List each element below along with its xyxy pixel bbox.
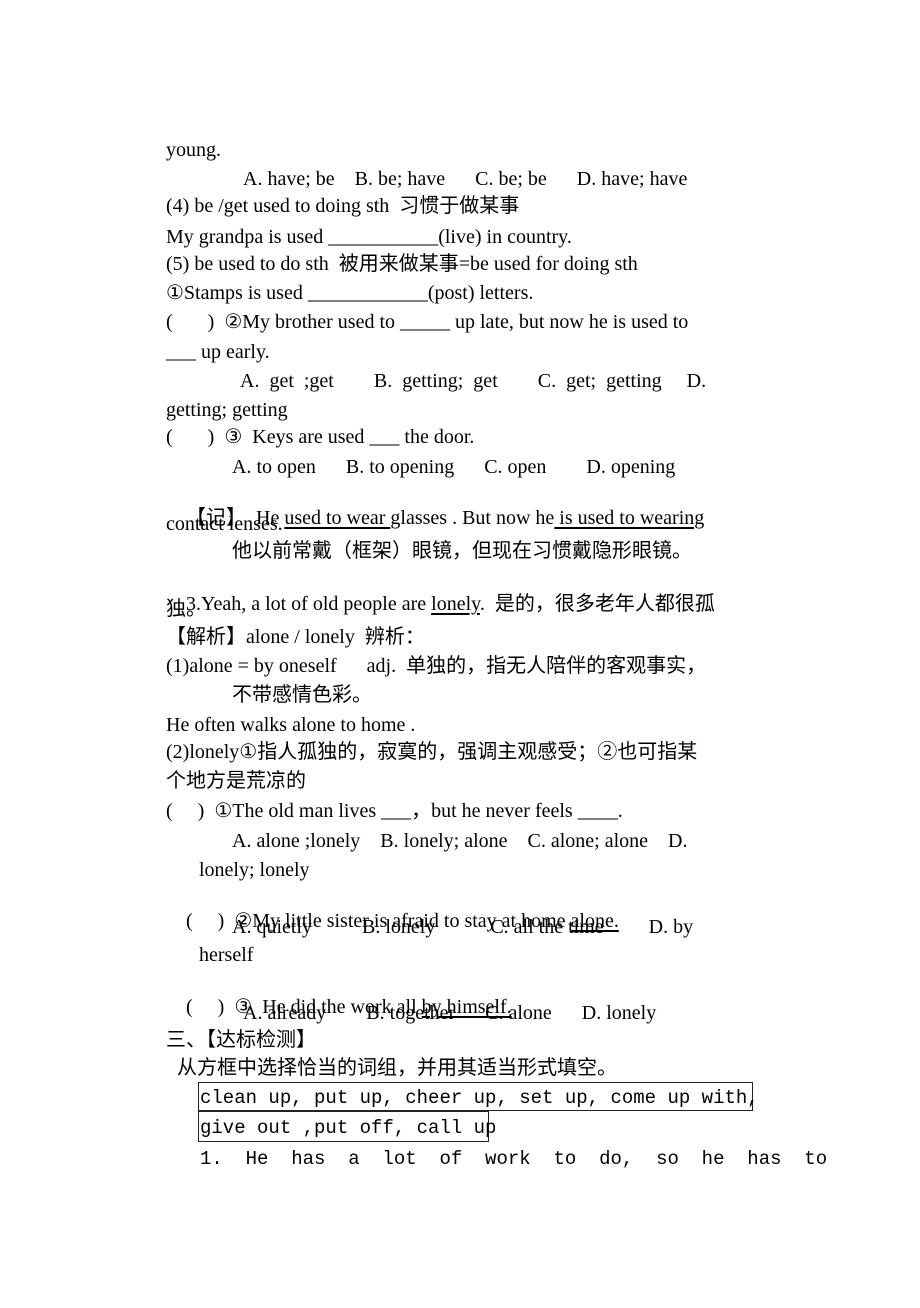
question-stem: ( ) ①The old man lives ___，but he never …: [166, 800, 623, 822]
underlined-phrase: is used to wearing: [554, 507, 705, 529]
answer-options: A. quietly B. lonely C. all the time D. …: [232, 916, 694, 938]
word-bank: give out ,put off, call up: [200, 1117, 497, 1139]
translation: 他以前常戴（框架）眼镜，但现在习惯戴隐形眼镜。: [232, 540, 692, 562]
answer-options: A. to open B. to opening C. open D. open…: [232, 456, 676, 478]
grammar-point-heading: (5) be used to do sth 被用来做某事=be used for…: [166, 253, 638, 275]
answer-options: A. get ;get B. getting; get C. get; gett…: [240, 370, 707, 392]
grammar-point-heading: (4) be /get used to doing sth 习惯于做某事: [166, 195, 520, 217]
vocab-sentence: 独。: [166, 598, 206, 620]
analysis-text: (1)alone = by oneself adj. 单独的，指无人陪伴的客观事…: [166, 655, 707, 677]
underlined-word: lonely: [431, 593, 480, 615]
vocab-text: . 是的，很多老年人都很孤: [479, 593, 715, 615]
note-line: contact lenses.: [166, 513, 283, 535]
analysis-text: 不带感情色彩。: [232, 684, 372, 706]
analysis-text: (2)lonely①指人孤独的，寂寞的，强调主观感受；②也可指某: [166, 741, 698, 763]
text-line: young.: [166, 139, 221, 161]
question-stem: ( ) ②My brother used to _____ up late, b…: [166, 311, 689, 333]
exercise-sentence: My grandpa is used ___________(live) in …: [166, 226, 572, 248]
note-text: glasses . But now he: [390, 507, 555, 529]
section-heading: 三、【达标检测】: [166, 1029, 316, 1051]
analysis-text: 个地方是荒凉的: [166, 770, 306, 792]
example-sentence: He often walks alone to home .: [166, 714, 416, 736]
answer-options: herself: [199, 944, 254, 966]
answer-options: A. already B. together C. alone D. lonel…: [243, 1002, 657, 1024]
answer-options: getting; getting: [166, 399, 288, 421]
underlined-phrase: used to wear: [284, 507, 391, 529]
vocab-text: 3.Yeah, a lot of old people are: [186, 593, 432, 615]
exercise-sentence: ①Stamps is used ____________(post) lette…: [166, 282, 534, 304]
question-stem: ( ) ③ Keys are used ___ the door.: [166, 426, 475, 448]
answer-options: lonely; lonely: [199, 859, 310, 881]
question-stem: ___ up early.: [166, 341, 270, 363]
word-bank: clean up, put up, cheer up, set up, come…: [200, 1087, 759, 1109]
analysis-heading: 【解析】alone / lonely 辨析：: [166, 626, 425, 648]
instruction: 从方框中选择恰当的词组，并用其适当形式填空。: [177, 1057, 617, 1079]
answer-options: A. alone ;lonely B. lonely; alone C. alo…: [232, 830, 688, 852]
exercise-sentence: 1. He has a lot of work to do, so he has…: [200, 1148, 828, 1170]
answer-options: A. have; be B. be; have C. be; be D. hav…: [243, 168, 688, 190]
